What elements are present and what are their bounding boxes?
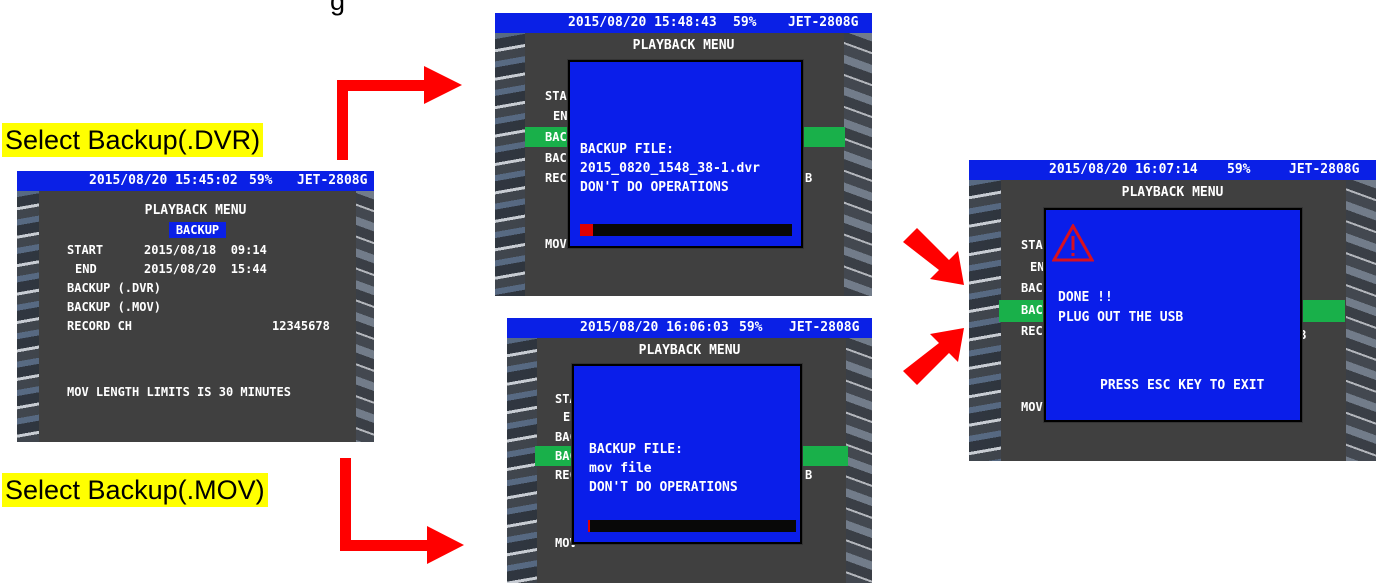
menu-title: PLAYBACK MENU (632, 38, 735, 53)
dialog-line-backup-file: BACKUP FILE: (580, 142, 674, 157)
side-label-mov: MOV (545, 237, 567, 251)
highlight-bar-right (802, 446, 848, 466)
status-bar: 2015/08/20 16:06:03 59% JET-2808G (507, 318, 872, 338)
arrow-dvr-vertical (337, 80, 348, 160)
backup-dialog: BACKUP FILE: mov file DON'T DO OPERATION… (572, 364, 802, 544)
warning-triangle-icon (1052, 224, 1094, 262)
side-label-start: STA (1021, 238, 1043, 252)
dialog-line-backup-file: BACKUP FILE: (589, 442, 683, 457)
status-battery: 59% (739, 320, 763, 335)
side-label-mov: MOV (1021, 400, 1043, 414)
status-datetime: 2015/08/20 16:07:14 (1049, 162, 1198, 177)
side-label-backup-dvr: BAC (1021, 281, 1043, 295)
status-datetime: 2015/08/20 15:48:43 (568, 15, 717, 30)
backup-progress-bar (588, 520, 796, 532)
menu-title: PLAYBACK MENU (1121, 185, 1224, 200)
record-ch-label: RECORD CH (67, 319, 133, 333)
menu-title: PLAYBACK MENU (144, 203, 247, 218)
edge-letter: B (805, 171, 813, 185)
side-label-end: EN (1030, 260, 1045, 274)
done-dialog: DONE !! PLUG OUT THE USB PRESS ESC KEY T… (1044, 208, 1302, 422)
status-bar: 2015/08/20 15:45:02 59% JET-2808G (17, 171, 374, 191)
mov-length-note: MOV LENGTH LIMITS IS 30 MINUTES (67, 385, 291, 399)
screen-playback-menu: 2015/08/20 15:45:02 59% JET-2808G PLAYBA… (17, 171, 374, 442)
backup-progress-bar (580, 224, 792, 236)
highlight-bar-right (799, 127, 845, 147)
backup-dialog: BACKUP FILE: 2015_0820_1548_38-1.dvr DON… (568, 60, 803, 248)
arrow-diag-down (903, 228, 964, 285)
progress-fill (588, 520, 591, 532)
backup-badge[interactable]: BACKUP (169, 222, 226, 238)
status-battery: 59% (249, 173, 273, 188)
end-label: END (75, 262, 97, 276)
status-datetime: 2015/08/20 16:06:03 (580, 320, 729, 335)
status-datetime: 2015/08/20 15:45:02 (89, 173, 238, 188)
status-bar: 2015/08/20 16:07:14 59% JET-2808G (969, 160, 1376, 180)
side-label-record: REC (1021, 324, 1043, 338)
status-model: JET-2808G (297, 173, 368, 188)
status-battery: 59% (733, 15, 757, 30)
arrow-mov-vertical (340, 458, 351, 551)
side-label-record: REC (545, 171, 567, 185)
edge-letter: B (805, 468, 813, 482)
menu-item-backup-mov[interactable]: BACKUP (.MOV) (67, 300, 161, 314)
dialog-line-warning: DON'T DO OPERATIONS (580, 180, 729, 195)
menu-item-backup-dvr[interactable]: BACKUP (.DVR) (67, 281, 161, 295)
start-label: START (67, 243, 104, 257)
side-label-end: EN (553, 109, 568, 123)
arrow-dvr-horizontal (337, 80, 427, 91)
status-bar: 2015/08/20 15:48:43 59% JET-2808G (495, 13, 872, 33)
progress-fill (580, 224, 593, 236)
dialog-line-done: DONE !! (1058, 290, 1113, 305)
dialog-line-plug-out: PLUG OUT THE USB (1058, 310, 1184, 325)
status-battery: 59% (1227, 162, 1251, 177)
side-label-backup-mov: BAC (1021, 303, 1043, 317)
start-value: 2015/08/18 09:14 (144, 243, 267, 257)
arrow-diag-up (903, 328, 964, 385)
menu-title: PLAYBACK MENU (638, 343, 741, 358)
status-model: JET-2808G (788, 15, 859, 30)
screen-backup-mov-progress: 2015/08/20 16:06:03 59% JET-2808G PLAYBA… (507, 318, 872, 583)
highlight-bar-right (1295, 300, 1345, 322)
arrow-mov-horizontal (340, 540, 430, 551)
screen-backup-dvr-progress: 2015/08/20 15:48:43 59% JET-2808G PLAYBA… (495, 13, 872, 296)
status-model: JET-2808G (789, 320, 860, 335)
side-label-start: STA (545, 89, 567, 103)
side-label-backup-mov: BAC (545, 151, 567, 165)
arrow-mov-head (427, 526, 464, 564)
dialog-line-filename: 2015_0820_1548_38-1.dvr (580, 161, 761, 176)
dialog-line-warning: DON'T DO OPERATIONS (589, 480, 738, 495)
status-model: JET-2808G (1289, 162, 1360, 177)
end-value: 2015/08/20 15:44 (144, 262, 267, 276)
dialog-line-filename: mov file (589, 461, 652, 476)
record-ch-value: 12345678 (272, 319, 330, 333)
dialog-line-press-esc: PRESS ESC KEY TO EXIT (1100, 378, 1265, 393)
arrow-dvr-head (424, 66, 462, 104)
side-label-backup-dvr: BAC (545, 130, 567, 144)
screen-backup-done: 2015/08/20 16:07:14 59% JET-2808G PLAYBA… (969, 160, 1376, 461)
